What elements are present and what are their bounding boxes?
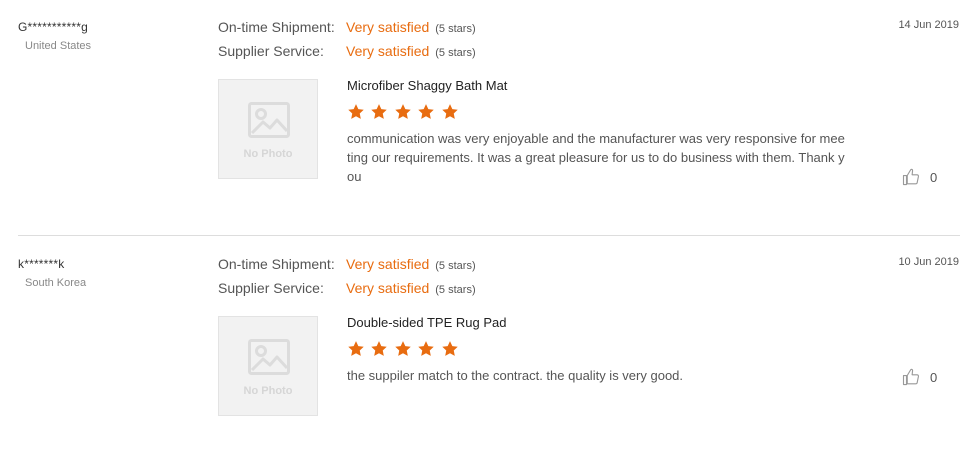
ontime-shipment-rating: On-time Shipment: Very satisfied (5 stars) bbox=[218, 256, 476, 272]
like-button[interactable]: 0 bbox=[902, 367, 937, 387]
buyer-name: G***********g bbox=[18, 20, 88, 34]
review-comment: the suppiler match to the contract. the … bbox=[347, 368, 684, 383]
star-icon bbox=[348, 104, 364, 119]
star-icon bbox=[442, 104, 458, 119]
buyer-country: South Korea bbox=[25, 277, 87, 289]
image-placeholder-icon bbox=[248, 102, 290, 138]
product-photo-placeholder: No Photo bbox=[218, 79, 318, 179]
star-icon bbox=[442, 341, 458, 356]
product-name: Microfiber Shaggy Bath Mat bbox=[347, 78, 508, 93]
star-icon bbox=[418, 104, 435, 119]
star-icon bbox=[371, 341, 388, 356]
supplier-service-stars: (5 stars) bbox=[435, 284, 476, 296]
ontime-shipment-value: Very satisfied bbox=[346, 256, 430, 272]
product-name: Double-sided TPE Rug Pad bbox=[347, 315, 507, 330]
supplier-service-rating: Supplier Service: Very satisfied (5 stars) bbox=[218, 43, 476, 59]
supplier-service-rating: Supplier Service: Very satisfied (5 stars) bbox=[218, 280, 476, 296]
product-star-rating bbox=[347, 103, 460, 123]
review-date: 14 Jun 2019 bbox=[898, 19, 959, 31]
review-divider bbox=[18, 235, 960, 236]
star-icon bbox=[348, 341, 364, 356]
buyer-name: k*******k bbox=[18, 257, 65, 271]
thumbs-up-icon bbox=[902, 368, 920, 386]
review-date: 10 Jun 2019 bbox=[898, 256, 959, 268]
review-item: k*******k South Korea On-time Shipment: V… bbox=[0, 237, 975, 472]
product-photo-placeholder: No Photo bbox=[218, 316, 318, 416]
buyer-country: United States bbox=[25, 40, 92, 52]
supplier-service-stars: (5 stars) bbox=[435, 47, 476, 59]
star-icon bbox=[371, 104, 388, 119]
review-comment: communication was very enjoyable and the… bbox=[347, 131, 845, 184]
like-count: 0 bbox=[930, 169, 938, 185]
supplier-service-label: Supplier Service: bbox=[218, 43, 324, 59]
thumbs-up-icon bbox=[902, 168, 920, 186]
star-icon bbox=[395, 341, 411, 356]
ontime-shipment-label: On-time Shipment: bbox=[218, 256, 335, 272]
star-icon bbox=[418, 341, 435, 356]
product-star-rating bbox=[347, 340, 460, 360]
review-item: G***********g United States On-time Ship… bbox=[0, 0, 975, 235]
like-button[interactable]: 0 bbox=[902, 167, 937, 187]
ontime-shipment-label: On-time Shipment: bbox=[218, 19, 335, 35]
like-count: 0 bbox=[930, 369, 938, 385]
supplier-service-value: Very satisfied bbox=[346, 43, 430, 59]
no-photo-label: No Photo bbox=[243, 148, 293, 160]
supplier-service-value: Very satisfied bbox=[346, 280, 430, 296]
image-placeholder-icon bbox=[248, 339, 290, 375]
no-photo-label: No Photo bbox=[243, 385, 293, 397]
ontime-shipment-stars: (5 stars) bbox=[435, 260, 476, 272]
ontime-shipment-value: Very satisfied bbox=[346, 19, 430, 35]
supplier-service-label: Supplier Service: bbox=[218, 280, 324, 296]
ontime-shipment-stars: (5 stars) bbox=[435, 23, 476, 35]
ontime-shipment-rating: On-time Shipment: Very satisfied (5 stars) bbox=[218, 19, 476, 35]
star-icon bbox=[395, 104, 411, 119]
